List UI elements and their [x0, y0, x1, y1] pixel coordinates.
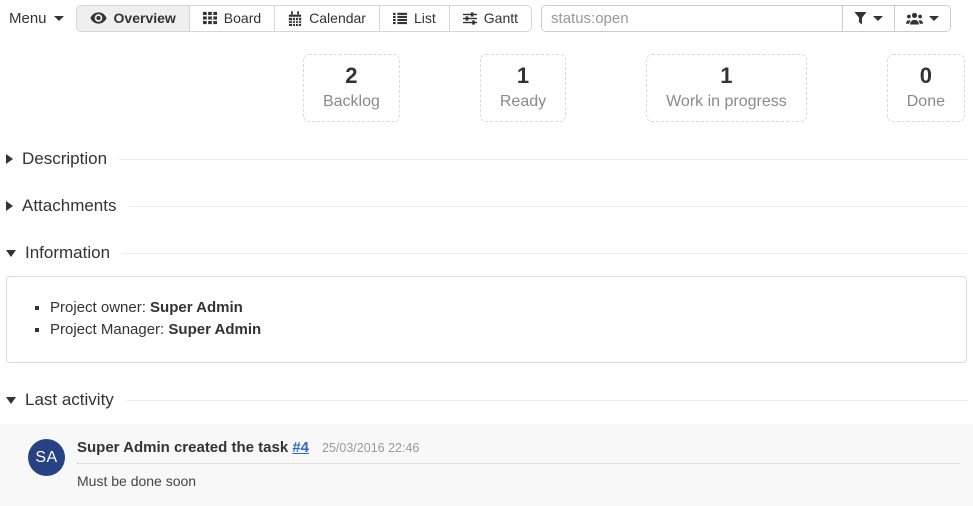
- filter-funnel-icon: [854, 12, 867, 25]
- activity-timestamp: 25/03/2016 22:46: [322, 441, 419, 455]
- stat-backlog: 2 Backlog: [303, 54, 400, 122]
- stat-work-in-progress: 1 Work in progress: [646, 54, 807, 122]
- section-title: Attachments: [22, 196, 117, 216]
- activity-event: SA Super Admin created the task #4 25/03…: [0, 424, 973, 506]
- section-divider: [129, 206, 968, 207]
- information-panel: Project owner: Super Admin Project Manag…: [6, 276, 967, 363]
- users-dropdown-button[interactable]: [894, 6, 950, 31]
- section-attachments-header[interactable]: Attachments: [6, 196, 967, 216]
- stat-done: 0 Done: [887, 54, 965, 122]
- stat-label: Backlog: [323, 90, 380, 113]
- tab-gantt[interactable]: Gantt: [450, 6, 531, 31]
- info-label: Project owner:: [50, 299, 146, 316]
- calendar-icon: [288, 11, 302, 26]
- section-description: Description: [6, 149, 967, 169]
- section-information: Information Project owner: Super Admin P…: [6, 243, 967, 363]
- tab-board-label: Board: [224, 10, 261, 26]
- section-information-header[interactable]: Information: [6, 243, 967, 263]
- chevron-down-icon: [873, 16, 883, 21]
- triangle-down-icon: [6, 397, 16, 404]
- stat-count: 1: [500, 62, 546, 90]
- section-attachments: Attachments: [6, 196, 967, 216]
- list-item: Project Manager: Super Admin: [50, 319, 950, 341]
- tab-overview-label: Overview: [114, 10, 176, 26]
- activity-content: Super Admin created the task #4 25/03/20…: [77, 439, 959, 490]
- triangle-right-icon: [6, 201, 13, 211]
- stat-ready: 1 Ready: [480, 54, 566, 122]
- triangle-down-icon: [6, 250, 16, 257]
- list-item: Project owner: Super Admin: [50, 297, 950, 319]
- section-last-activity: Last activity SA Super Admin created the…: [6, 390, 967, 506]
- section-title: Last activity: [25, 390, 114, 410]
- stat-count: 0: [907, 62, 945, 90]
- chevron-down-icon: [929, 16, 939, 21]
- menu-label: Menu: [9, 10, 47, 27]
- filter-dropdown-button[interactable]: [842, 6, 894, 31]
- list-icon: [393, 12, 407, 25]
- stat-label: Done: [907, 90, 945, 113]
- tab-list[interactable]: List: [380, 6, 450, 31]
- section-title: Information: [25, 243, 110, 263]
- eye-icon: [90, 12, 107, 24]
- section-divider: [126, 400, 967, 401]
- project-overview-page: Menu Overview Board Calendar: [0, 0, 973, 506]
- stat-count: 1: [666, 62, 787, 90]
- gantt-sliders-icon: [463, 12, 477, 25]
- activity-title-row: Super Admin created the task #4 25/03/20…: [77, 439, 959, 464]
- section-divider: [122, 253, 967, 254]
- task-link[interactable]: #4: [292, 439, 309, 456]
- stat-count: 2: [323, 62, 380, 90]
- column-stats: 2 Backlog 1 Ready 1 Work in progress 0 D…: [0, 54, 965, 122]
- triangle-right-icon: [6, 154, 13, 164]
- information-list: Project owner: Super Admin Project Manag…: [23, 297, 950, 341]
- info-label: Project Manager:: [50, 321, 164, 338]
- main-content: Description Attachments Information Proj…: [0, 149, 973, 506]
- users-group-icon: [906, 12, 923, 25]
- info-value: Super Admin: [150, 299, 243, 316]
- topbar: Menu Overview Board Calendar: [0, 0, 973, 33]
- tab-calendar[interactable]: Calendar: [275, 6, 380, 31]
- avatar: SA: [28, 439, 65, 476]
- activity-description: Must be done soon: [77, 473, 959, 489]
- search-input[interactable]: [542, 6, 842, 31]
- info-value: Super Admin: [168, 321, 261, 338]
- stat-label: Ready: [500, 90, 546, 113]
- tab-calendar-label: Calendar: [309, 10, 366, 26]
- tab-list-label: List: [414, 10, 436, 26]
- activity-title: Super Admin created the task #4: [77, 439, 309, 456]
- view-switcher: Overview Board Calendar List: [76, 5, 533, 32]
- stat-label: Work in progress: [666, 90, 787, 113]
- tab-gantt-label: Gantt: [484, 10, 518, 26]
- section-last-activity-header[interactable]: Last activity: [6, 390, 967, 410]
- board-grid-icon: [203, 11, 217, 25]
- section-divider: [119, 159, 967, 160]
- search-group: [541, 5, 951, 32]
- tab-overview[interactable]: Overview: [77, 6, 190, 31]
- section-title: Description: [22, 149, 107, 169]
- tab-board[interactable]: Board: [190, 6, 275, 31]
- menu-dropdown[interactable]: Menu: [9, 10, 64, 27]
- chevron-down-icon: [54, 16, 64, 21]
- section-description-header[interactable]: Description: [6, 149, 967, 169]
